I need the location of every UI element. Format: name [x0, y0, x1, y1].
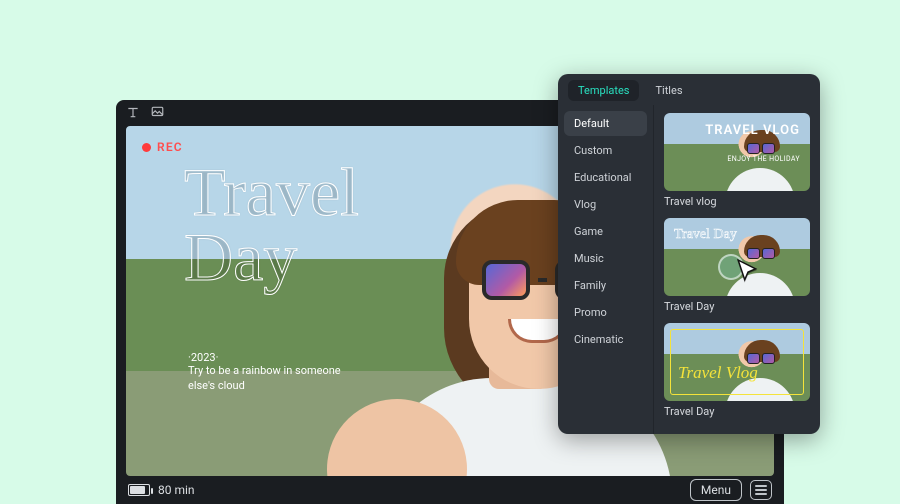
- preview-bottom-bar: 80 min Menu: [116, 476, 784, 504]
- template-thumb-label: Travel Day: [664, 405, 810, 418]
- category-cinematic[interactable]: Cinematic: [564, 327, 647, 352]
- rec-indicator: REC: [142, 140, 183, 154]
- category-family[interactable]: Family: [564, 273, 647, 298]
- panel-tabs: Templates Titles: [558, 74, 820, 105]
- category-music[interactable]: Music: [564, 246, 647, 271]
- templates-panel: Templates Titles Default Custom Educatio…: [558, 74, 820, 434]
- image-tool-icon[interactable]: [150, 104, 165, 123]
- template-thumb-image[interactable]: Travel Vlog: [664, 323, 810, 401]
- record-dot-icon: [142, 143, 151, 152]
- tab-titles[interactable]: Titles: [645, 80, 692, 101]
- template-thumb: Travel Day Travel Day: [664, 218, 810, 313]
- category-custom[interactable]: Custom: [564, 138, 647, 163]
- template-thumb-image[interactable]: Travel Day: [664, 218, 810, 296]
- duration-label: 80 min: [158, 483, 195, 497]
- template-thumb-label: Travel vlog: [664, 195, 810, 208]
- tab-templates[interactable]: Templates: [568, 80, 639, 101]
- category-game[interactable]: Game: [564, 219, 647, 244]
- battery-icon: [128, 484, 150, 496]
- template-thumb-image[interactable]: TRAVEL VLOG ENJOY THE HOLIDAY: [664, 113, 810, 191]
- template-thumb: Travel Vlog Travel Day: [664, 323, 810, 418]
- text-tool-icon[interactable]: [126, 104, 140, 123]
- list-button[interactable]: [750, 480, 772, 500]
- template-thumb-label: Travel Day: [664, 300, 810, 313]
- template-thumb: TRAVEL VLOG ENJOY THE HOLIDAY Travel vlo…: [664, 113, 810, 208]
- year-overlay: ·2023·: [188, 351, 218, 364]
- category-promo[interactable]: Promo: [564, 300, 647, 325]
- rec-label: REC: [157, 140, 183, 154]
- category-default[interactable]: Default: [564, 111, 647, 136]
- template-thumb-list[interactable]: TRAVEL VLOG ENJOY THE HOLIDAY Travel vlo…: [654, 105, 820, 434]
- tagline-overlay: Try to be a rainbow in someone else's cl…: [188, 364, 368, 394]
- title-overlay[interactable]: Travel Day: [184, 160, 359, 289]
- category-vlog[interactable]: Vlog: [564, 192, 647, 217]
- menu-button[interactable]: Menu: [690, 479, 742, 501]
- category-list: Default Custom Educational Vlog Game Mus…: [558, 105, 654, 434]
- category-educational[interactable]: Educational: [564, 165, 647, 190]
